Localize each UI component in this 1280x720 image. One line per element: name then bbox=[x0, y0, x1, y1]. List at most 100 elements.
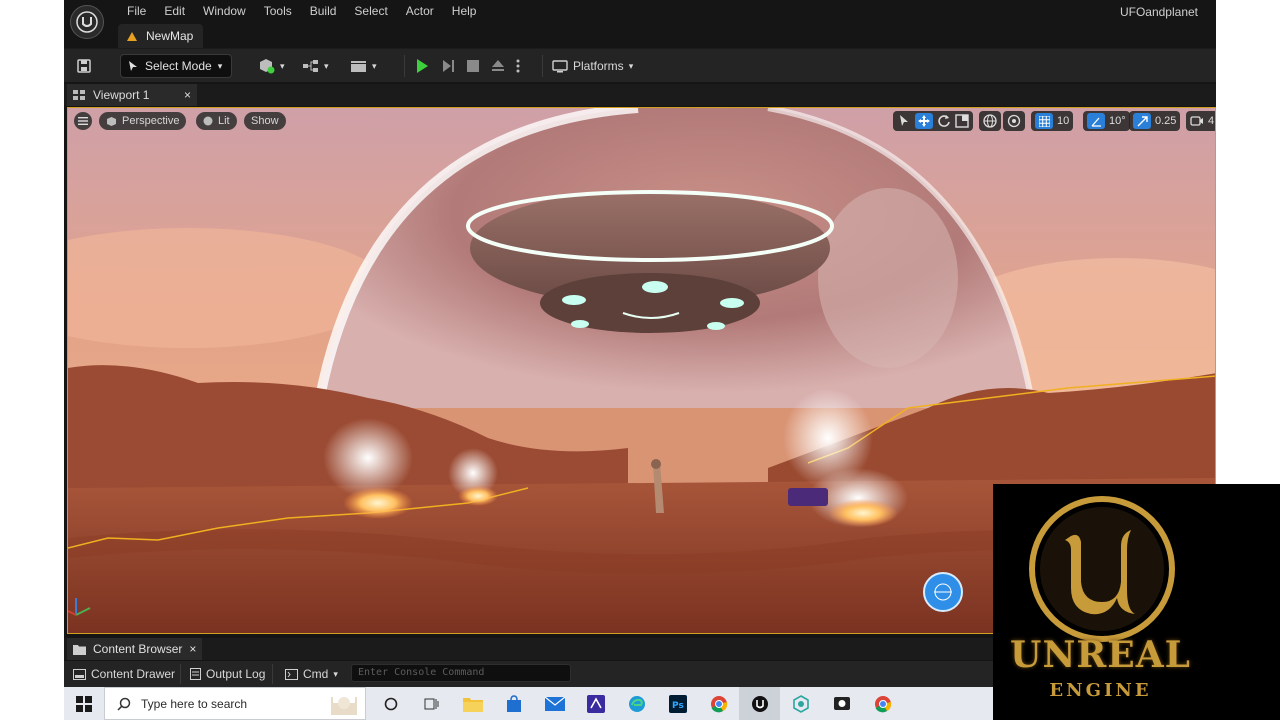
logo-title: UNREAL bbox=[1010, 634, 1191, 676]
chrome-icon[interactable] bbox=[698, 687, 739, 720]
task-view-icon[interactable] bbox=[411, 687, 452, 720]
chevron-down-icon: ▾ bbox=[333, 668, 338, 679]
cursor-icon bbox=[129, 61, 137, 71]
viewport-menu-icon[interactable] bbox=[74, 112, 92, 130]
photoshop-icon[interactable]: Ps bbox=[657, 687, 698, 720]
camera-icon bbox=[1190, 116, 1203, 126]
move-tool-icon[interactable] bbox=[915, 113, 933, 129]
cube-icon bbox=[107, 116, 116, 126]
map-tab[interactable]: NewMap bbox=[118, 24, 204, 48]
menu-window[interactable]: Window bbox=[194, 3, 255, 19]
menu-tools[interactable]: Tools bbox=[255, 3, 301, 19]
lit-label: Lit bbox=[218, 115, 230, 127]
viewport-tab-row: Viewport 1 × bbox=[64, 84, 1216, 106]
status-divider bbox=[272, 664, 273, 684]
rotation-snap-control[interactable]: 10° bbox=[1083, 111, 1130, 131]
content-browser-label: Content Browser bbox=[93, 642, 183, 656]
more-options-icon[interactable] bbox=[516, 58, 520, 74]
content-drawer-button[interactable]: Content Drawer bbox=[68, 664, 180, 684]
terminal-icon bbox=[285, 668, 298, 680]
cinematics-button[interactable]: ▾ bbox=[350, 54, 377, 78]
status-divider bbox=[180, 664, 181, 684]
viewport-tab[interactable]: Viewport 1 × bbox=[67, 84, 197, 106]
menu-actor[interactable]: Actor bbox=[397, 3, 443, 19]
chevron-down-icon: ▾ bbox=[217, 60, 223, 71]
rotation-snap-value: 10° bbox=[1109, 115, 1126, 127]
lit-button[interactable]: Lit bbox=[196, 112, 237, 130]
menu-edit[interactable]: Edit bbox=[155, 3, 194, 19]
select-tool-icon[interactable] bbox=[897, 114, 911, 128]
show-button[interactable]: Show bbox=[244, 112, 286, 130]
grid-snap-control[interactable]: 10 bbox=[1031, 111, 1074, 131]
microsoft-store-icon[interactable] bbox=[493, 687, 534, 720]
grid-snap-value: 10 bbox=[1057, 115, 1070, 127]
rotate-tool-icon[interactable] bbox=[937, 114, 951, 128]
surface-snap-toggle[interactable] bbox=[1003, 111, 1025, 131]
transform-tools bbox=[893, 111, 973, 131]
select-mode-dropdown[interactable]: Select Mode ▾ bbox=[120, 54, 232, 78]
menu-select[interactable]: Select bbox=[345, 3, 396, 19]
eject-icon[interactable] bbox=[490, 58, 506, 74]
stop-icon[interactable] bbox=[466, 59, 480, 73]
content-drawer-label: Content Drawer bbox=[91, 667, 176, 681]
menu-bar: File Edit Window Tools Build Select Acto… bbox=[118, 3, 485, 19]
main-toolbar: Select Mode ▾ ▾ ▾ ▾ Platforms ▾ bbox=[64, 48, 1216, 82]
taskbar-search-box[interactable]: Type here to search bbox=[104, 687, 366, 720]
actor-widget-icon[interactable] bbox=[923, 572, 963, 612]
angle-icon bbox=[1087, 113, 1105, 129]
mail-icon[interactable] bbox=[534, 687, 575, 720]
menu-build[interactable]: Build bbox=[301, 3, 346, 19]
viewport-tab-label: Viewport 1 bbox=[93, 88, 150, 102]
title-bar: File Edit Window Tools Build Select Acto… bbox=[64, 0, 1216, 48]
perspective-label: Perspective bbox=[122, 115, 180, 127]
search-placeholder: Type here to search bbox=[141, 696, 248, 711]
search-icon bbox=[117, 697, 131, 711]
app-icon[interactable] bbox=[780, 687, 821, 720]
drawer-icon bbox=[73, 668, 86, 680]
output-log-button[interactable]: Output Log bbox=[185, 664, 270, 684]
map-tab-label: NewMap bbox=[146, 29, 194, 43]
scale-tool-icon[interactable] bbox=[955, 114, 969, 128]
world-local-toggle[interactable] bbox=[979, 111, 1001, 131]
windows-taskbar: Type here to search Ps bbox=[64, 687, 994, 720]
blueprint-button[interactable]: ▾ bbox=[302, 54, 329, 78]
grid-icon bbox=[1035, 113, 1053, 129]
menu-help[interactable]: Help bbox=[443, 3, 486, 19]
play-controls bbox=[414, 54, 520, 78]
camera-speed-control[interactable]: 4 bbox=[1186, 111, 1215, 131]
chevron-down-icon: ▾ bbox=[324, 60, 329, 71]
visual-studio-icon[interactable] bbox=[575, 687, 616, 720]
platforms-dropdown[interactable]: Platforms ▾ bbox=[552, 54, 633, 78]
chrome-profile-icon[interactable] bbox=[862, 687, 903, 720]
save-icon[interactable] bbox=[76, 54, 92, 78]
perspective-button[interactable]: Perspective bbox=[99, 112, 187, 130]
show-label: Show bbox=[251, 115, 279, 127]
recorder-icon[interactable] bbox=[821, 687, 862, 720]
camera-speed-value: 4 bbox=[1208, 115, 1215, 127]
toolbar-divider bbox=[542, 55, 543, 77]
svg-text:Ps: Ps bbox=[672, 701, 684, 711]
scale-snap-value: 0.25 bbox=[1155, 115, 1177, 127]
unreal-logo-icon[interactable] bbox=[70, 5, 104, 39]
cmd-label: Cmd bbox=[303, 667, 329, 681]
platforms-icon bbox=[552, 60, 568, 73]
console-placeholder: Enter Console Command bbox=[358, 667, 485, 678]
chevron-down-icon: ▾ bbox=[280, 60, 285, 71]
play-icon[interactable] bbox=[414, 58, 430, 74]
scale-snap-control[interactable]: 0.25 bbox=[1129, 111, 1181, 131]
add-actor-button[interactable]: ▾ bbox=[258, 54, 285, 78]
search-highlight-icon bbox=[331, 697, 357, 715]
file-explorer-icon[interactable] bbox=[452, 687, 493, 720]
cmd-dropdown[interactable]: Cmd ▾ bbox=[280, 664, 343, 684]
edge-icon[interactable] bbox=[616, 687, 657, 720]
console-command-input[interactable]: Enter Console Command bbox=[351, 664, 571, 682]
unreal-engine-taskbar-icon[interactable] bbox=[739, 687, 780, 720]
close-icon[interactable]: × bbox=[189, 642, 196, 656]
menu-file[interactable]: File bbox=[118, 3, 155, 19]
windows-start-icon[interactable] bbox=[64, 687, 104, 720]
folder-icon bbox=[73, 644, 86, 655]
content-browser-tab[interactable]: Content Browser × bbox=[67, 638, 203, 660]
close-icon[interactable]: × bbox=[184, 88, 191, 102]
step-icon[interactable] bbox=[440, 58, 456, 74]
cortana-icon[interactable] bbox=[370, 687, 411, 720]
